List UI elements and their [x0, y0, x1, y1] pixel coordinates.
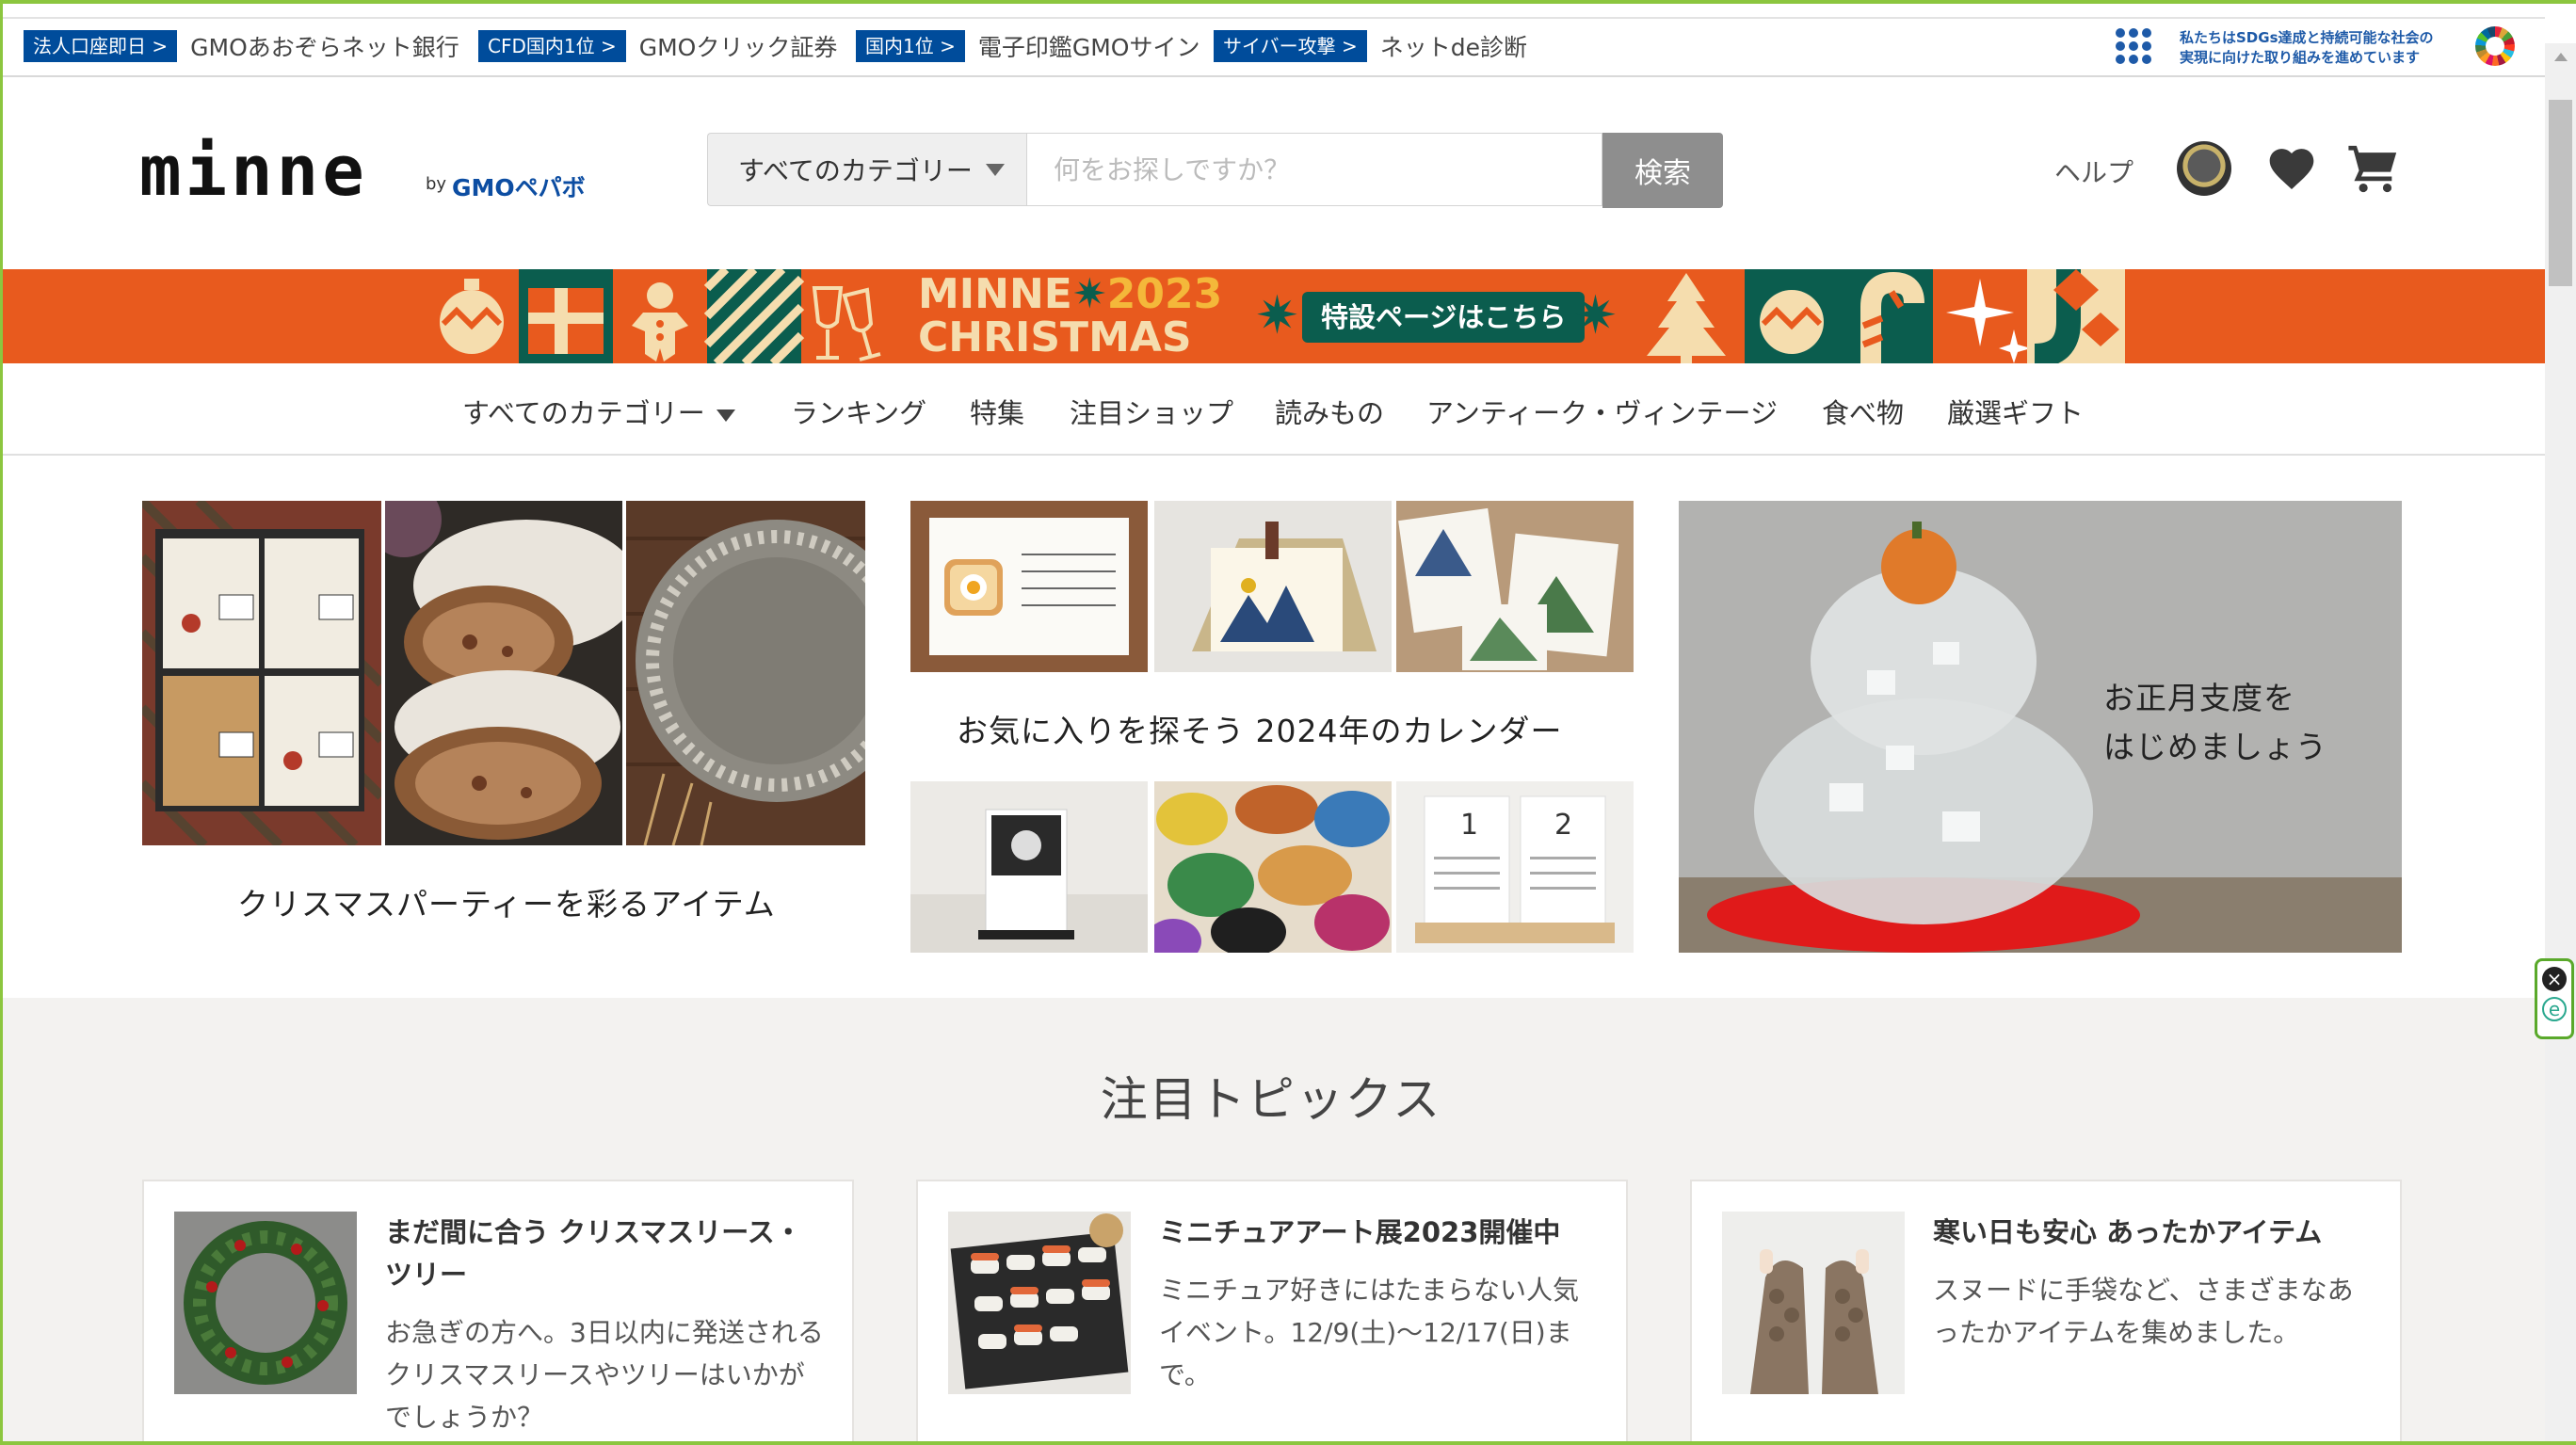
coffee-gift-box-image[interactable]: [142, 501, 381, 845]
animal-calendar-image[interactable]: [1154, 781, 1392, 953]
gmo-link-label: 電子印鑑GMOサイン: [977, 34, 1200, 61]
topic-description: お急ぎの方へ。3日以内に発送されるクリスマスリースやツリーはいかがでしょうか？: [385, 1317, 824, 1433]
scroll-up-arrow-icon[interactable]: [2554, 53, 2568, 61]
gmo-tag-badge: 国内1位 >: [856, 30, 965, 62]
chevron-down-icon: [716, 409, 735, 422]
topic-card[interactable]: 寒い日も安心 あったかアイテム スヌードに手袋など、さまざまなあったかアイテムを…: [1690, 1180, 2402, 1445]
topic-miniature-sushi-image: [948, 1212, 1131, 1394]
ceramic-plate-image[interactable]: [626, 501, 865, 845]
topic-title: ミニチュアアート展2023開催中: [1159, 1216, 1561, 1248]
feature-label-calendar[interactable]: お気に入りを探そう 2024年のカレンダー: [957, 706, 1562, 751]
nav-item-ranking[interactable]: ランキング: [791, 392, 926, 431]
gmo-link-label: ネットde診断: [1379, 34, 1527, 61]
banner-title: MINNE✷2023 CHRISTMAS: [918, 273, 1222, 360]
category-select-value: すべてのカテゴリー: [738, 155, 973, 186]
topic-title: まだ間に合う クリスマスリース・ツリー: [385, 1216, 802, 1291]
gmo-link-click-securities[interactable]: CFD国内1位 > GMOクリック証券: [478, 29, 837, 63]
banner-year: 2023: [1106, 270, 1223, 318]
sdgs-wheel-icon[interactable]: [2475, 26, 2515, 66]
side-widget: × e: [2535, 958, 2574, 1039]
vertical-scrollbar[interactable]: [2545, 43, 2576, 1441]
window-frame-bottom: [0, 1441, 2576, 1445]
category-nav: すべてのカテゴリー ランキング 特集 注目ショップ 読みもの アンティーク・ヴィ…: [3, 363, 2545, 456]
special-page-button[interactable]: 特設ページはこちら: [1302, 292, 1586, 343]
gmo-link-aozora[interactable]: 法人口座即日 > GMOあおぞらネット銀行: [24, 29, 459, 63]
nav-item-reading[interactable]: 読みもの: [1275, 392, 1384, 431]
nav-item-features[interactable]: 特集: [970, 392, 1024, 431]
chevron-down-icon: [985, 163, 1005, 176]
gmo-link-label: GMOあおぞらネット銀行: [190, 34, 459, 61]
gmo-link-sign[interactable]: 国内1位 > 電子印鑑GMOサイン: [856, 29, 1199, 63]
category-select[interactable]: すべてのカテゴリー: [707, 133, 1026, 206]
tent-calendar-image[interactable]: [1154, 501, 1392, 672]
nav-item-antique[interactable]: アンティーク・ヴィンテージ: [1426, 392, 1778, 431]
gmo-pepabo-logo: GMOペパボ: [452, 174, 586, 201]
gmo-tag-badge: CFD国内1位 >: [478, 30, 626, 62]
topic-description: ミニチュア好きにはたまらない人気イベント。12/9(土)〜12/17(日)まで。: [1159, 1275, 1580, 1390]
nav-item-gifts[interactable]: 厳選ギフト: [1947, 392, 2084, 431]
gmo-link-label: GMOクリック証券: [638, 34, 838, 61]
scrollbar-thumb[interactable]: [2549, 100, 2572, 286]
search-input[interactable]: [1026, 133, 1602, 206]
window-frame-top: [0, 0, 2576, 4]
sdgs-message[interactable]: 私たちはSDGs達成と持続可能な社会の 実現に向けた取り組みを進めています: [2180, 28, 2434, 68]
stollen-bread-image[interactable]: [385, 501, 622, 845]
favorites-heart-icon[interactable]: [2265, 143, 2318, 196]
banner-title-line: MINNE: [918, 270, 1072, 318]
sdgs-message-line: 私たちはSDGs達成と持続可能な社会の: [2180, 29, 2434, 46]
feature-label-line: はじめましょう: [2103, 729, 2327, 765]
mountain-calendar-image[interactable]: [1396, 501, 1634, 672]
gmo-bar-top-line: [3, 17, 2545, 19]
minne-logo[interactable]: minne: [139, 134, 368, 209]
gmo-tag-badge: 法人口座即日 >: [24, 30, 178, 62]
feature-label-line: お正月支度を: [2103, 680, 2295, 716]
christmas-campaign-banner[interactable]: MINNE✷2023 CHRISTMAS ✷ 特設ページはこちら ✷: [3, 269, 2545, 363]
banner-title-line: CHRISTMAS: [918, 313, 1192, 361]
extension-e-icon[interactable]: e: [2542, 997, 2567, 1021]
banner-tree-tiles: [1647, 269, 2125, 363]
close-icon[interactable]: ×: [2542, 967, 2567, 991]
toast-calendar-image[interactable]: [910, 501, 1148, 672]
topics-heading: 注目トピックス: [1100, 1072, 1442, 1127]
topic-description: スヌードに手袋など、さまざまなあったかアイテムを集めました。: [1933, 1275, 2354, 1348]
desk-calendar-image[interactable]: [910, 781, 1148, 953]
user-avatar[interactable]: [2177, 141, 2231, 196]
cart-icon[interactable]: [2346, 141, 2401, 196]
logo-by-text: by: [426, 174, 447, 194]
search-button[interactable]: 検索: [1602, 133, 1723, 208]
help-link[interactable]: ヘルプ: [2054, 153, 2133, 190]
svg-text:2: 2: [1554, 809, 1572, 842]
gmo-services-grid-icon[interactable]: [2116, 28, 2151, 64]
nav-item-label: すべてのカテゴリー: [462, 397, 705, 429]
feature-label-new-year[interactable]: お正月支度を はじめましょう: [2103, 674, 2327, 772]
topic-title: 寒い日も安心 あったかアイテム: [1933, 1216, 2323, 1248]
star-icon: ✷: [1573, 285, 1618, 346]
topic-card[interactable]: まだ間に合う クリスマスリース・ツリー お急ぎの方へ。3日以内に発送されるクリス…: [142, 1180, 854, 1445]
snowflake-icon: ✷: [1071, 270, 1107, 318]
gmo-link-net-de-shindan[interactable]: サイバー攻撃 > ネットde診断: [1214, 29, 1527, 63]
banner-ornament-tiles: [440, 269, 881, 363]
nav-item-food[interactable]: 食べ物: [1822, 392, 1904, 431]
mini-calendar-image[interactable]: 1 2: [1396, 781, 1634, 953]
topic-card[interactable]: ミニチュアアート展2023開催中 ミニチュア好きにはたまらない人気イベント。12…: [916, 1180, 1628, 1445]
topic-wreath-image: [174, 1212, 357, 1394]
svg-text:1: 1: [1460, 809, 1478, 842]
feature-label-christmas-party[interactable]: クリスマスパーティーを彩るアイテム: [237, 879, 776, 924]
gmo-group-bar: 法人口座即日 > GMOあおぞらネット銀行 CFD国内1位 > GMOクリック証…: [3, 17, 2545, 77]
gmo-tag-badge: サイバー攻撃 >: [1214, 30, 1367, 62]
star-icon: ✷: [1255, 285, 1299, 346]
nav-all-categories[interactable]: すべてのカテゴリー: [462, 392, 735, 431]
sdgs-message-line: 実現に向けた取り組みを進めています: [2180, 49, 2421, 66]
nav-item-shops[interactable]: 注目ショップ: [1070, 392, 1233, 431]
topic-knit-gloves-image: [1722, 1212, 1905, 1394]
search-bar: すべてのカテゴリー 検索: [707, 133, 1724, 208]
